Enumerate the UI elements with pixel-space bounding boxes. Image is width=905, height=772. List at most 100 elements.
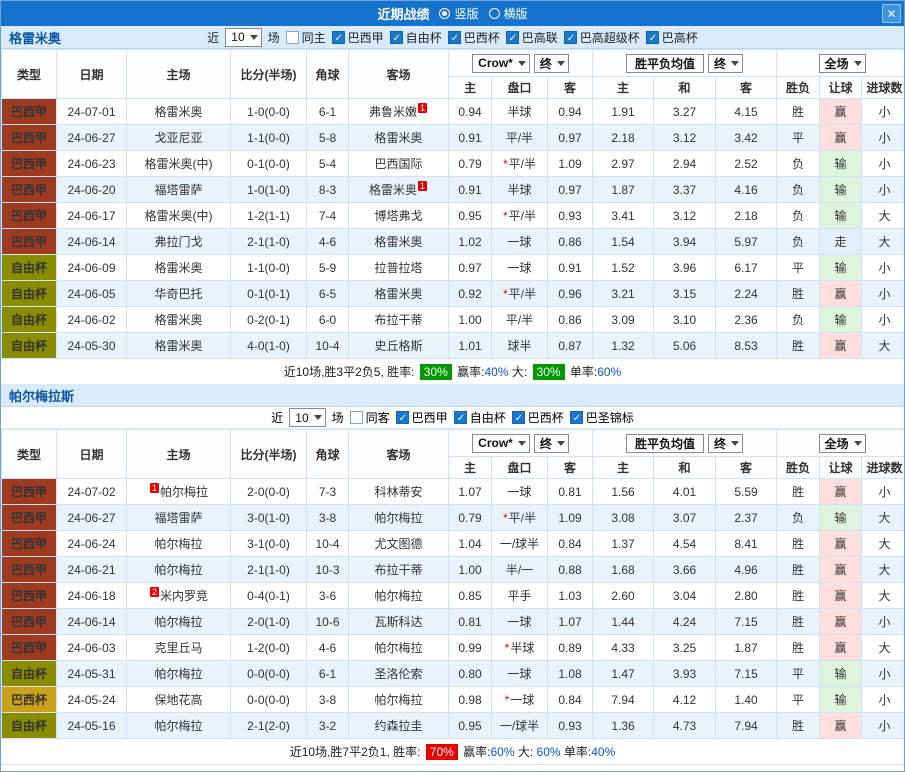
company-select[interactable]: Crow*	[472, 434, 530, 453]
team-name-text: 科林蒂安	[374, 485, 422, 499]
away-team[interactable]: 帕尔梅拉	[349, 635, 449, 661]
company-select[interactable]: Crow*	[472, 54, 530, 73]
euro-away-odds: 8.53	[716, 333, 777, 359]
euro-home-odds: 2.60	[593, 583, 654, 609]
recent-count-select[interactable]: 10	[225, 28, 261, 47]
home-team[interactable]: 弗拉门戈	[127, 229, 231, 255]
chevron-down-icon	[518, 441, 526, 446]
recent-count-value: 10	[231, 30, 244, 44]
match-date: 24-05-16	[57, 713, 127, 739]
league-checkbox[interactable]: 巴西甲	[396, 409, 448, 426]
section-header-gremio: 格雷米奥 近 10 场 同主 巴西甲自由杯巴西杯巴高联巴高超级杯巴高杯	[1, 26, 904, 49]
away-team[interactable]: 格雷米奥	[349, 229, 449, 255]
handicap: 平手	[492, 583, 548, 609]
away-team[interactable]: 博塔弗戈	[349, 203, 449, 229]
home-team[interactable]: 格雷米奥(中)	[127, 151, 231, 177]
league-checkbox[interactable]: 巴圣锦标	[570, 409, 634, 426]
home-team[interactable]: 保地花高	[127, 687, 231, 713]
same-venue-checkbox[interactable]: 同主	[286, 29, 326, 46]
home-team[interactable]: 帕尔梅拉	[127, 531, 231, 557]
home-team[interactable]: 帕尔梅拉	[127, 661, 231, 687]
away-team[interactable]: 布拉干蒂	[349, 557, 449, 583]
company-final-value: 终	[540, 55, 552, 72]
match-date: 24-06-02	[57, 307, 127, 333]
odds-mode-select[interactable]: 胜平负均值	[626, 434, 704, 453]
away-team[interactable]: 约森拉圭	[349, 713, 449, 739]
home-team[interactable]: 格雷米奥	[127, 333, 231, 359]
col-header-score: 比分(半场)	[231, 50, 307, 99]
home-team[interactable]: 格雷米奥	[127, 307, 231, 333]
league-checkbox[interactable]: 巴西杯	[448, 29, 500, 46]
handicap-result-cell: 赢	[820, 125, 862, 151]
col-header-handicap: 盘口	[492, 77, 548, 99]
company-final-select[interactable]: 终	[534, 54, 569, 73]
goals-cell: 小	[862, 687, 905, 713]
match-row: 巴西甲24-06-182米内罗竞0-4(0-1)3-6帕尔梅拉0.85平手1.0…	[2, 583, 905, 609]
away-team[interactable]: 帕尔梅拉	[349, 583, 449, 609]
goals-cell: 小	[862, 307, 905, 333]
radio-horizontal[interactable]: 横版	[489, 5, 528, 22]
home-team[interactable]: 克里丘马	[127, 635, 231, 661]
handicap-result-cell: 走	[820, 229, 862, 255]
away-team[interactable]: 史丘格斯	[349, 333, 449, 359]
away-team[interactable]: 帕尔梅拉	[349, 687, 449, 713]
away-team[interactable]: 科林蒂安	[349, 479, 449, 505]
radio-vertical[interactable]: 竖版	[439, 5, 478, 22]
home-team[interactable]: 帕尔梅拉	[127, 557, 231, 583]
close-button[interactable]: ✕	[882, 4, 901, 23]
team-name-text: 布拉干蒂	[374, 563, 422, 577]
match-date: 24-06-21	[57, 557, 127, 583]
home-team[interactable]: 福塔雷萨	[127, 177, 231, 203]
scope-select[interactable]: 全场	[819, 54, 866, 73]
league-checkbox[interactable]: 巴高联	[506, 29, 558, 46]
scope-select[interactable]: 全场	[819, 434, 866, 453]
asian-away-odds: 0.87	[548, 333, 593, 359]
away-team[interactable]: 瓦斯科达	[349, 609, 449, 635]
away-team[interactable]: 圣洛伦索	[349, 661, 449, 687]
league-checkbox[interactable]: 巴高杯	[646, 29, 698, 46]
company-final-select[interactable]: 终	[534, 434, 569, 453]
away-team[interactable]: 巴西国际	[349, 151, 449, 177]
league-checkbox[interactable]: 巴西杯	[512, 409, 564, 426]
away-team[interactable]: 拉普拉塔	[349, 255, 449, 281]
handicap: 半球	[492, 177, 548, 203]
odds-final-select[interactable]: 终	[708, 54, 743, 73]
odds-final-select[interactable]: 终	[708, 434, 743, 453]
league-checkbox[interactable]: 巴高超级杯	[564, 29, 640, 46]
handicap: 一球	[492, 661, 548, 687]
summary-text: 近10场,胜7平2负1, 胜率:	[290, 745, 424, 759]
home-team[interactable]: 2米内罗竞	[127, 583, 231, 609]
home-team[interactable]: 华奇巴托	[127, 281, 231, 307]
home-team[interactable]: 格雷米奥(中)	[127, 203, 231, 229]
asian-home-odds: 0.97	[449, 255, 492, 281]
away-team[interactable]: 布拉干蒂	[349, 307, 449, 333]
league-checkbox[interactable]: 自由杯	[390, 29, 442, 46]
league-checkbox[interactable]: 自由杯	[454, 409, 506, 426]
euro-away-odds: 2.80	[716, 583, 777, 609]
same-venue-checkbox[interactable]: 同客	[350, 409, 390, 426]
away-team[interactable]: 格雷米奥	[349, 125, 449, 151]
match-date: 24-06-27	[57, 125, 127, 151]
league-type-cell: 巴西甲	[2, 531, 57, 557]
league-checkbox[interactable]: 巴西甲	[332, 29, 384, 46]
odds-mode-select[interactable]: 胜平负均值	[626, 54, 704, 73]
corner-score: 6-5	[307, 281, 349, 307]
team-name-text: 福塔雷萨	[154, 511, 202, 525]
league-checkbox-label: 自由杯	[406, 29, 442, 46]
league-type-cell: 巴西甲	[2, 151, 57, 177]
away-team[interactable]: 帕尔梅拉	[349, 505, 449, 531]
home-team[interactable]: 格雷米奥	[127, 99, 231, 125]
home-team[interactable]: 1帕尔梅拉	[127, 479, 231, 505]
away-team[interactable]: 格雷米奥1	[349, 177, 449, 203]
home-team[interactable]: 帕尔梅拉	[127, 713, 231, 739]
euro-draw-odds: 4.24	[654, 609, 716, 635]
recent-count-select[interactable]: 10	[289, 408, 325, 427]
away-team[interactable]: 格雷米奥	[349, 281, 449, 307]
home-team[interactable]: 帕尔梅拉	[127, 609, 231, 635]
away-team[interactable]: 弗鲁米嫩1	[349, 99, 449, 125]
handicap-result-cell: 赢	[820, 333, 862, 359]
home-team[interactable]: 戈亚尼亚	[127, 125, 231, 151]
away-team[interactable]: 尤文图德	[349, 531, 449, 557]
home-team[interactable]: 格雷米奥	[127, 255, 231, 281]
home-team[interactable]: 福塔雷萨	[127, 505, 231, 531]
